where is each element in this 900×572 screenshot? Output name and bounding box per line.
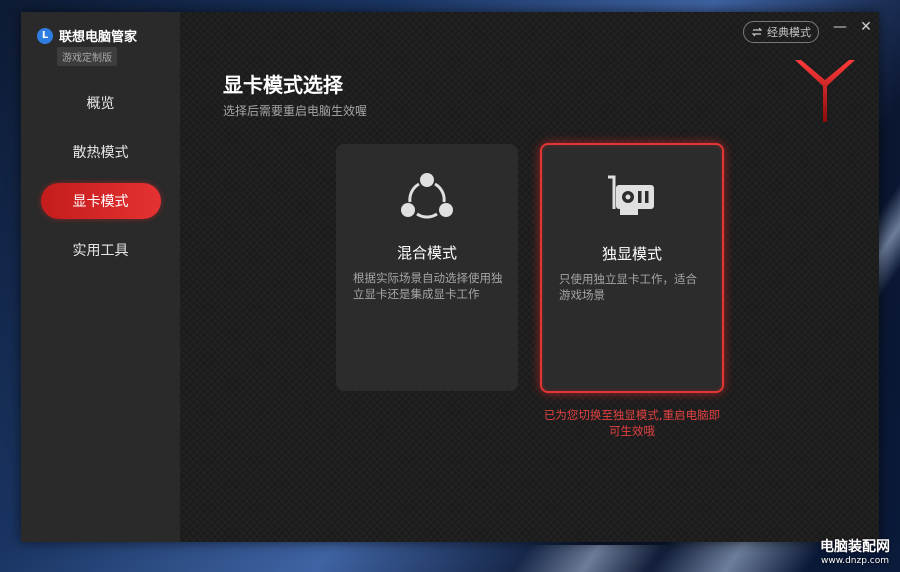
edition-badge: 游戏定制版 <box>57 47 117 66</box>
classic-mode-button[interactable]: 经典模式 <box>743 21 819 43</box>
close-button[interactable]: ✕ <box>858 19 874 35</box>
site-watermark: 电脑装配网 www.dnzp.com <box>820 536 890 566</box>
minimize-button[interactable]: — <box>832 19 848 35</box>
hybrid-mode-card[interactable]: 混合模式 根据实际场景自动选择使用独立显卡还是集成显卡工作 <box>336 144 518 391</box>
sidebar-item-cooling-mode[interactable]: 散热模式 <box>41 134 161 170</box>
watermark-name: 电脑装配网 <box>820 539 890 555</box>
page-subtitle: 选择后需要重启电脑生效喔 <box>223 104 368 118</box>
legion-y-logo-icon <box>795 60 855 122</box>
app-window: L 联想电脑管家 游戏定制版 概览 散热模式 显卡模式 实用工具 经典模式 — … <box>21 12 879 542</box>
graphics-card-icon <box>608 175 654 215</box>
swap-icon <box>751 27 763 37</box>
discrete-mode-desc: 只使用独立显卡工作，适合游戏场景 <box>559 272 697 302</box>
brand: L 联想电脑管家 <box>37 26 137 45</box>
discrete-mode-card[interactable]: 独显模式 只使用独立显卡工作，适合游戏场景 <box>540 143 724 393</box>
share-nodes-icon <box>401 173 453 219</box>
lenovo-logo-icon: L <box>37 27 53 44</box>
hybrid-mode-desc: 根据实际场景自动选择使用独立显卡还是集成显卡工作 <box>353 271 503 301</box>
app-name: 联想电脑管家 <box>59 30 138 45</box>
switch-notice: 已为您切换至独显模式,重启电脑即可生效哦 <box>543 408 721 438</box>
sidebar-item-utilities[interactable]: 实用工具 <box>41 232 161 268</box>
main-panel: 经典模式 — ✕ 显卡模式选择 选择后需要重启电脑生效喔 混合模式 根据实际场景… <box>180 12 879 542</box>
page-title: 显卡模式选择 <box>223 73 343 97</box>
watermark-url: www.dnzp.com <box>820 556 890 566</box>
classic-mode-label: 经典模式 <box>767 26 811 39</box>
sidebar: L 联想电脑管家 游戏定制版 概览 散热模式 显卡模式 实用工具 <box>21 12 180 542</box>
sidebar-item-gpu-mode[interactable]: 显卡模式 <box>40 183 161 219</box>
sidebar-nav: 概览 散热模式 显卡模式 实用工具 <box>21 85 180 281</box>
hybrid-mode-title: 混合模式 <box>396 244 457 262</box>
discrete-mode-title: 独显模式 <box>601 245 662 263</box>
sidebar-item-overview[interactable]: 概览 <box>41 85 161 121</box>
